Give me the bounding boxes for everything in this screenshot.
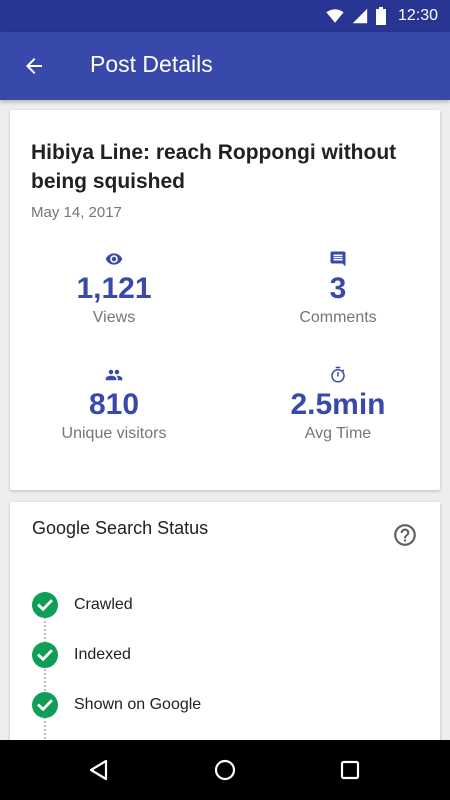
timer-icon [331, 366, 345, 383]
post-title: Hibiya Line: reach Roppongi without bein… [31, 141, 397, 193]
check-circle-icon [32, 692, 58, 718]
navigation-bar [0, 740, 450, 800]
check-circle-icon [32, 642, 58, 668]
nav-back-icon [89, 759, 108, 781]
stat-views-value: 1,121 [76, 272, 152, 305]
help-icon [394, 524, 416, 546]
stat-comments-label: Comments [299, 309, 377, 326]
signal-icon [352, 8, 368, 24]
stat-avg-time-label: Avg Time [304, 425, 372, 442]
post-date: May 14, 2017 [31, 204, 122, 221]
status-item-label: Shown on Google [74, 696, 202, 713]
stat-unique-visitors-label: Unique visitors [61, 425, 167, 442]
status-time: 12:30 [397, 7, 438, 24]
status-item-crawled: Crawled [32, 592, 133, 618]
check-circle-icon [32, 592, 58, 618]
comment-icon [330, 251, 346, 267]
status-item-indexed: Indexed [32, 642, 131, 668]
nav-back-button[interactable] [83, 754, 115, 786]
status-item-shown-on-google: Shown on Google [32, 692, 201, 718]
app-bar: Post Details [0, 32, 450, 100]
status-icons: 12:30 [326, 0, 438, 32]
stat-unique-visitors: 810 Unique visitors [14, 366, 214, 443]
eye-icon [105, 253, 123, 265]
post-stats-card: Hibiya Line: reach Roppongi without bein… [10, 110, 440, 490]
status-item-label: Indexed [74, 646, 131, 663]
stat-views-label: Views [92, 309, 136, 326]
help-button[interactable] [392, 522, 418, 548]
status-bar: 12:30 [0, 0, 450, 32]
search-status-title: Google Search Status [32, 518, 209, 538]
wifi-icon [326, 9, 344, 23]
nav-home-icon [214, 759, 236, 781]
nav-home-button[interactable] [209, 754, 241, 786]
stat-avg-time: 2.5min Avg Time [238, 366, 438, 443]
nav-recents-icon [340, 760, 360, 780]
status-item-label: Crawled [74, 596, 133, 613]
stat-avg-time-value: 2.5min [290, 388, 386, 421]
people-icon [105, 369, 123, 381]
page-title: Post Details [90, 51, 213, 77]
stat-comments: 3 Comments [238, 250, 438, 327]
stat-comments-value: 3 [329, 272, 347, 305]
battery-icon [375, 7, 386, 25]
stat-views: 1,121 Views [14, 250, 214, 327]
back-button[interactable] [18, 50, 50, 82]
stat-unique-visitors-value: 810 [88, 388, 140, 421]
nav-recents-button[interactable] [334, 754, 366, 786]
arrow-back-icon [26, 58, 42, 74]
timeline-connector [44, 606, 46, 746]
